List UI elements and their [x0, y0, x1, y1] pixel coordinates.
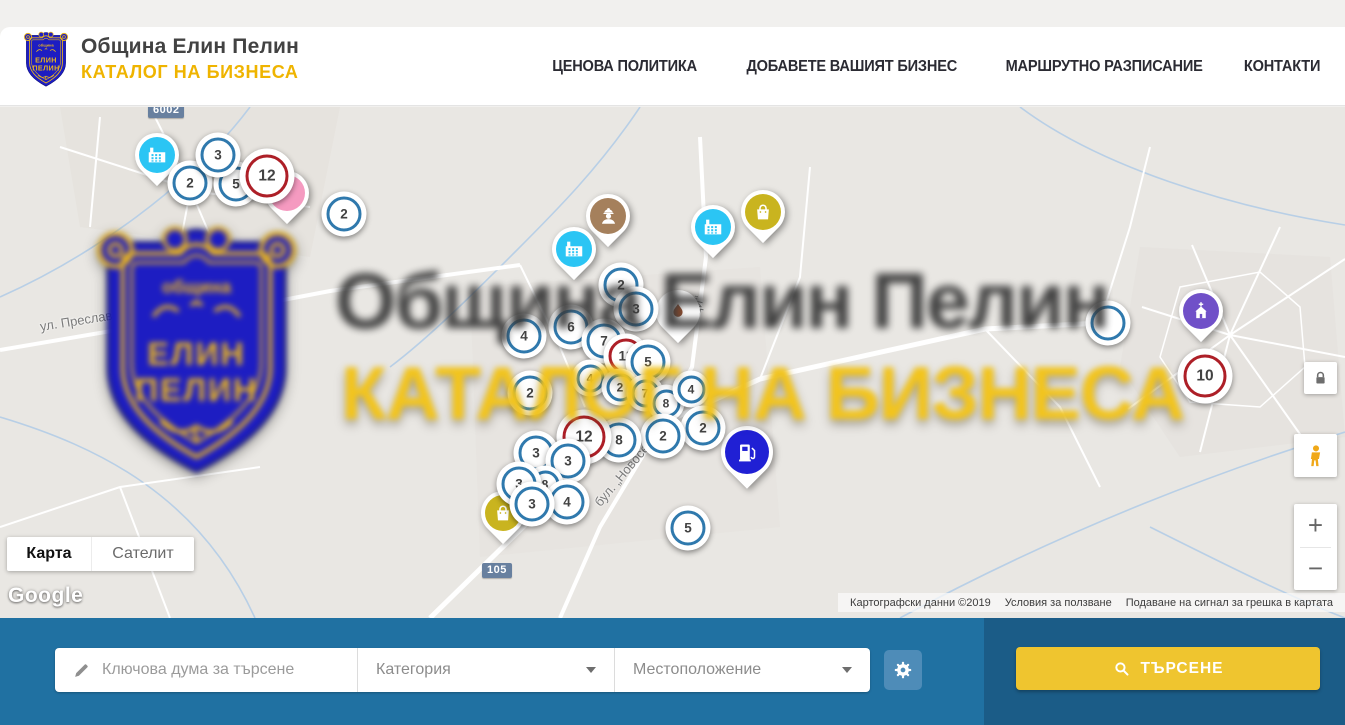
main-nav: ЦЕНОВА ПОЛИТИКА ДОБАВЕТЕ ВАШИЯТ БИЗНЕС МАР…: [543, 27, 1320, 106]
site-header: Община Елин Пелин КАТАЛОГ НА БИЗНЕСА ЦЕН…: [0, 27, 1345, 106]
cluster-ring: 5: [671, 511, 706, 546]
cluster-ring: 4: [677, 375, 705, 403]
road-number-label: 105: [482, 563, 512, 578]
bag-icon: [745, 194, 781, 230]
flame-icon: [660, 294, 696, 330]
cluster-ring: 2: [327, 197, 362, 232]
map-cluster[interactable]: [1086, 301, 1131, 346]
map-marker-church[interactable]: [1178, 288, 1224, 346]
map-type-map-button[interactable]: Карта: [7, 537, 91, 571]
cluster-ring: 3: [201, 138, 236, 173]
cluster-ring: 3: [619, 292, 654, 327]
nav-item-pricing[interactable]: ЦЕНОВА ПОЛИТИКА: [552, 58, 697, 76]
map-attribution: Картографски данни ©2019 Условия за полз…: [838, 593, 1345, 612]
map-copyright: Картографски данни ©2019: [843, 597, 998, 609]
church-icon: [1183, 293, 1219, 329]
map-type-control: Карта Сателит: [7, 537, 194, 571]
cluster-ring: 4: [550, 485, 585, 520]
map-cluster[interactable]: 5: [666, 506, 711, 551]
cluster-ring: 2: [686, 411, 721, 446]
location-label: Местоположение: [633, 661, 761, 679]
factory-icon: [556, 231, 592, 267]
nav-item-add-business[interactable]: ДОБАВЕТЕ ВАШИЯТ БИЗНЕС: [746, 58, 957, 76]
cluster-ring: 4: [507, 319, 542, 354]
location-dropdown[interactable]: Местоположение: [614, 648, 870, 692]
search-button-label: ТЪРСЕНЕ: [1141, 660, 1224, 678]
map-cluster[interactable]: 2: [641, 414, 686, 459]
lock-icon: [1312, 370, 1329, 387]
fuel-icon: [725, 430, 769, 474]
site-subtitle: КАТАЛОГ НА БИЗНЕСА: [81, 62, 299, 83]
zoom-in-button[interactable]: +: [1294, 504, 1337, 547]
cluster-ring: [1091, 306, 1126, 341]
map-marker-bag[interactable]: [740, 189, 786, 247]
zoom-control: + −: [1294, 504, 1337, 590]
gear-icon: [892, 659, 914, 681]
keyword-input[interactable]: [102, 661, 343, 679]
cluster-ring: 3: [515, 487, 550, 522]
category-label: Категория: [376, 661, 451, 679]
road-number-label: 6002: [148, 107, 184, 118]
map-cluster[interactable]: 2: [322, 192, 367, 237]
municipal-coat-of-arms-icon: [22, 30, 70, 88]
factory-icon: [139, 137, 175, 173]
pencil-icon: [72, 661, 91, 680]
cluster-ring: 10: [1184, 355, 1227, 398]
map-marker-flame[interactable]: [655, 289, 701, 347]
lock-button[interactable]: [1304, 362, 1337, 394]
factory-icon: [695, 209, 731, 245]
keyword-section: [55, 648, 358, 692]
chevron-down-icon: [586, 667, 596, 673]
terms-link[interactable]: Условия за ползване: [998, 597, 1119, 609]
cluster-ring: 4: [576, 364, 604, 392]
site-title: Община Елин Пелин: [81, 35, 299, 59]
map-cluster[interactable]: 2: [508, 371, 553, 416]
google-logo[interactable]: Google: [8, 584, 83, 608]
map-cluster[interactable]: 3: [510, 482, 555, 527]
search-icon: [1113, 660, 1130, 677]
map-marker-factory[interactable]: [551, 226, 597, 284]
pegman-button[interactable]: [1294, 434, 1337, 477]
map-cluster[interactable]: 12: [240, 149, 295, 204]
google-map[interactable]: 6002105ул. Преславбул. „Новоселци“ 25312…: [0, 107, 1345, 618]
nav-item-contacts[interactable]: КОНТАКТИ: [1244, 58, 1320, 76]
search-button[interactable]: ТЪРСЕНЕ: [1016, 647, 1320, 690]
advanced-settings-button[interactable]: [884, 650, 922, 690]
pegman-icon: [1303, 443, 1329, 469]
page-top-strip: [0, 0, 1345, 27]
report-error-link[interactable]: Подаване на сигнал за грешка в картата: [1119, 597, 1340, 609]
map-cluster[interactable]: 2: [681, 406, 726, 451]
map-cluster[interactable]: 4: [673, 371, 710, 408]
zoom-out-button[interactable]: −: [1294, 548, 1337, 591]
category-dropdown[interactable]: Категория: [358, 648, 614, 692]
nav-item-routes[interactable]: МАРШРУТНО РАЗПИСАНИЕ: [1006, 58, 1203, 76]
search-box: Категория Местоположение: [55, 648, 870, 692]
map-marker-factory[interactable]: [690, 204, 736, 262]
map-cluster[interactable]: 4: [502, 314, 547, 359]
map-type-satellite-button[interactable]: Сателит: [91, 537, 194, 571]
map-cluster[interactable]: 10: [1178, 349, 1233, 404]
map-cluster[interactable]: 3: [196, 133, 241, 178]
site-logo[interactable]: Община Елин Пелин КАТАЛОГ НА БИЗНЕСА: [22, 30, 299, 88]
cluster-ring: 2: [513, 376, 548, 411]
cluster-ring: 12: [246, 155, 289, 198]
chevron-down-icon: [842, 667, 852, 673]
cluster-ring: 2: [646, 419, 681, 454]
map-marker-fuel[interactable]: [720, 425, 774, 491]
search-bar: Категория Местоположение ТЪРСЕНЕ: [0, 618, 1345, 725]
